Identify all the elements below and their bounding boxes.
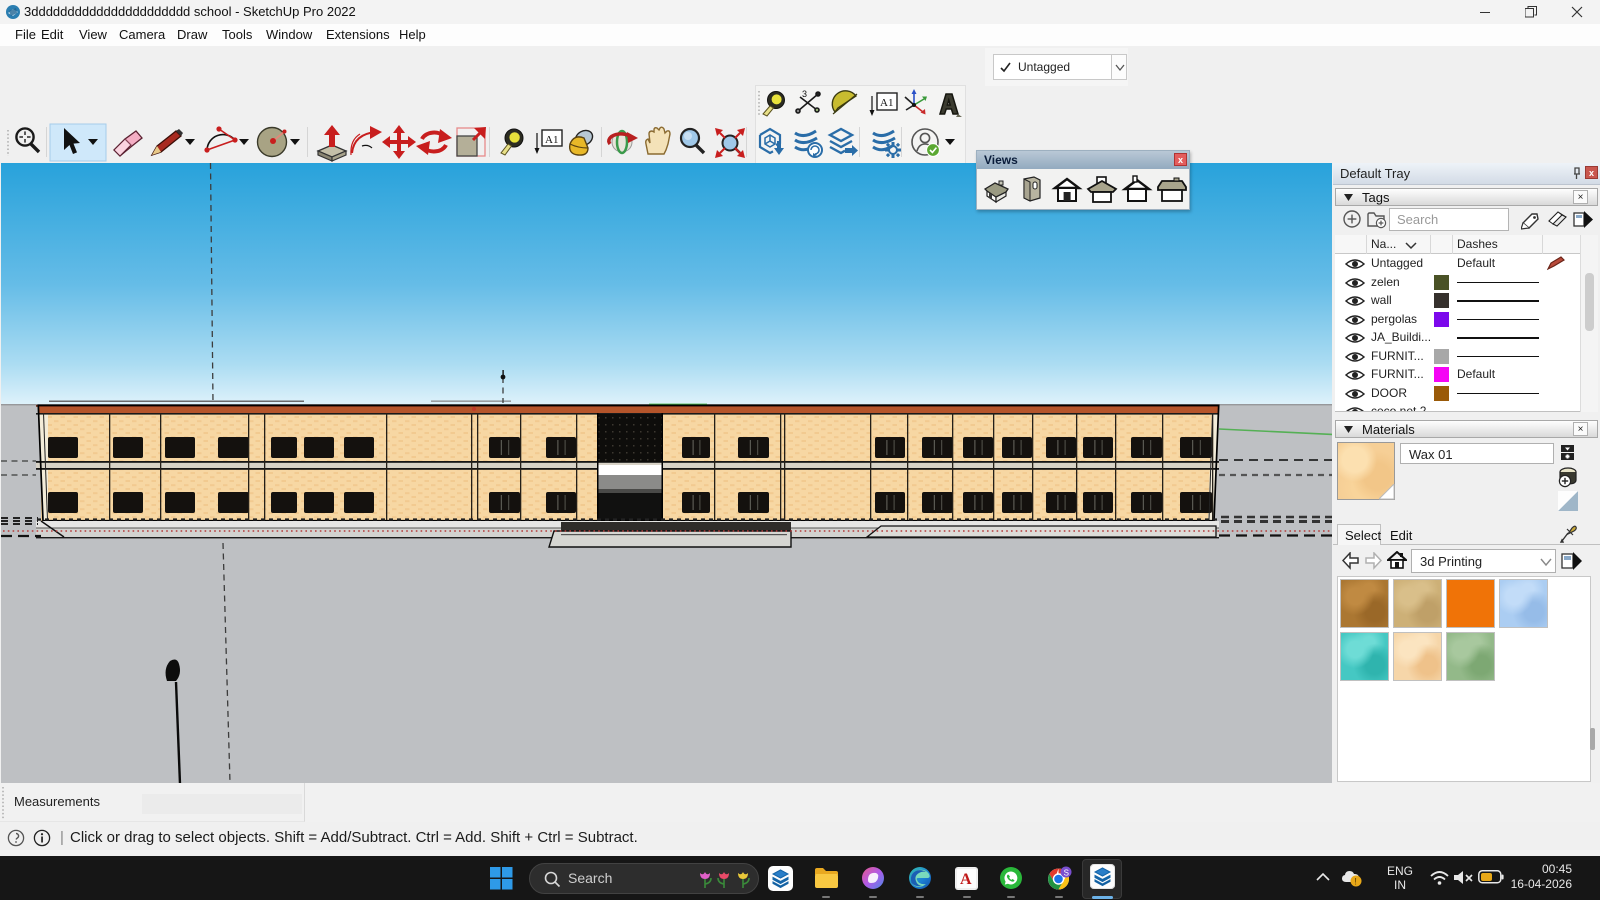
svg-text:A: A: [960, 871, 972, 888]
svg-text:!: !: [1354, 877, 1357, 887]
svg-text:3: 3: [802, 89, 807, 99]
svg-text:A1: A1: [880, 97, 893, 109]
svg-text:A1: A1: [545, 134, 558, 146]
svg-text:S: S: [1064, 868, 1069, 877]
